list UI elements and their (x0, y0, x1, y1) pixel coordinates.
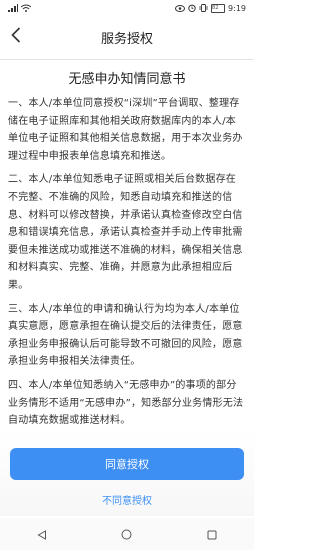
status-right: 82 9:19 (175, 3, 246, 13)
title-bar: 服务授权 (0, 16, 254, 60)
system-nav-bar (0, 518, 254, 550)
agree-button[interactable]: 同意授权 (10, 448, 244, 480)
vibrate-icon (199, 4, 208, 12)
alarm-icon (188, 4, 196, 12)
signal-icon (8, 4, 18, 12)
battery-icon: 82 (211, 3, 226, 13)
page-title: 服务授权 (100, 32, 153, 47)
circle-home-icon (121, 525, 132, 544)
wifi-icon (21, 4, 31, 12)
document-title: 无感申办知情同意书 (68, 72, 186, 87)
consent-document: 无感申办知情同意书 一、本人/本单位同意授权“i深圳”平台调取、整理存储在电子证… (8, 62, 246, 436)
nav-recent-button[interactable] (192, 522, 232, 546)
nav-back-button[interactable] (22, 522, 62, 546)
square-recent-icon (207, 525, 217, 544)
nav-home-button[interactable] (107, 522, 147, 546)
triangle-back-icon (37, 525, 47, 544)
paragraph-4: 四、本人/本单位知悉纳入“无感申办”的事项的部分业务情形不适用“无感申办”，知悉… (8, 379, 244, 427)
status-left (8, 4, 31, 12)
paragraph-3: 三、本人/本单位的申请和确认行为均为本人/本单位真实意愿，愿意承担在确认提交后的… (8, 303, 243, 368)
status-bar: 82 9:19 (0, 0, 254, 16)
status-time: 9:19 (228, 3, 246, 13)
paragraph-1: 一、本人/本单位同意授权“i深圳”平台调取、整理存储在电子证照库和其他相关政府数… (8, 98, 243, 162)
paragraph-2: 二、本人/本单位知悉电子证照或相关后台数据存在不完整、不准确的风险，知悉自动填充… (8, 174, 243, 291)
eye-icon (175, 4, 186, 12)
disagree-link[interactable]: 不同意授权 (0, 492, 254, 507)
